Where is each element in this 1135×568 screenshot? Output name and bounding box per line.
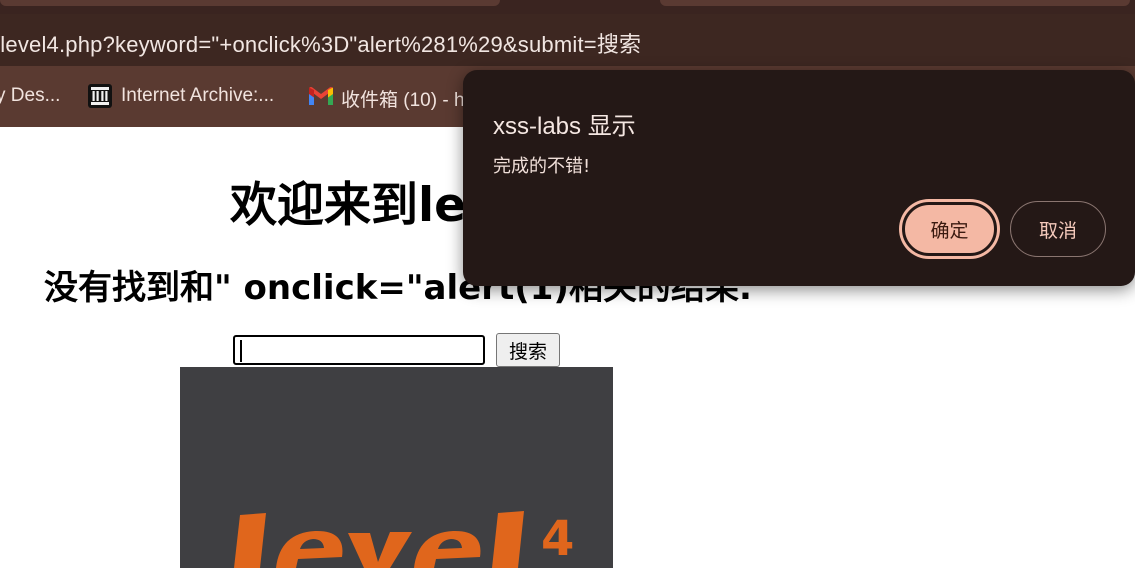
svg-text:4: 4: [541, 511, 574, 567]
cancel-button[interactable]: 取消: [1010, 201, 1106, 257]
level4-image: 4: [180, 367, 613, 568]
gmail-icon: [309, 87, 333, 105]
ok-button[interactable]: 确定: [902, 202, 997, 256]
dialog-message: 完成的不错!: [493, 156, 591, 177]
search-input[interactable]: [233, 335, 485, 365]
dialog-title: xss-labs 显示: [493, 113, 636, 140]
bookmark-item-2[interactable]: Internet Archive:...: [121, 85, 274, 107]
bookmark-item-1[interactable]: y Des...: [0, 85, 60, 107]
level4-logo: 4: [180, 367, 613, 568]
bookmark-item-3[interactable]: 收件箱 (10) - h: [341, 85, 465, 112]
url-text[interactable]: /level4.php?keyword="+onclick%3D"alert%2…: [0, 27, 641, 59]
search-button[interactable]: 搜索: [496, 333, 560, 367]
archive-icon: [88, 84, 112, 108]
alert-dialog: xss-labs 显示 完成的不错! 确定 取消: [463, 70, 1135, 286]
text-caret: [240, 340, 242, 362]
tab-strip: [0, 0, 1135, 14]
tab-left[interactable]: [0, 0, 500, 6]
tab-right[interactable]: [660, 0, 1130, 6]
